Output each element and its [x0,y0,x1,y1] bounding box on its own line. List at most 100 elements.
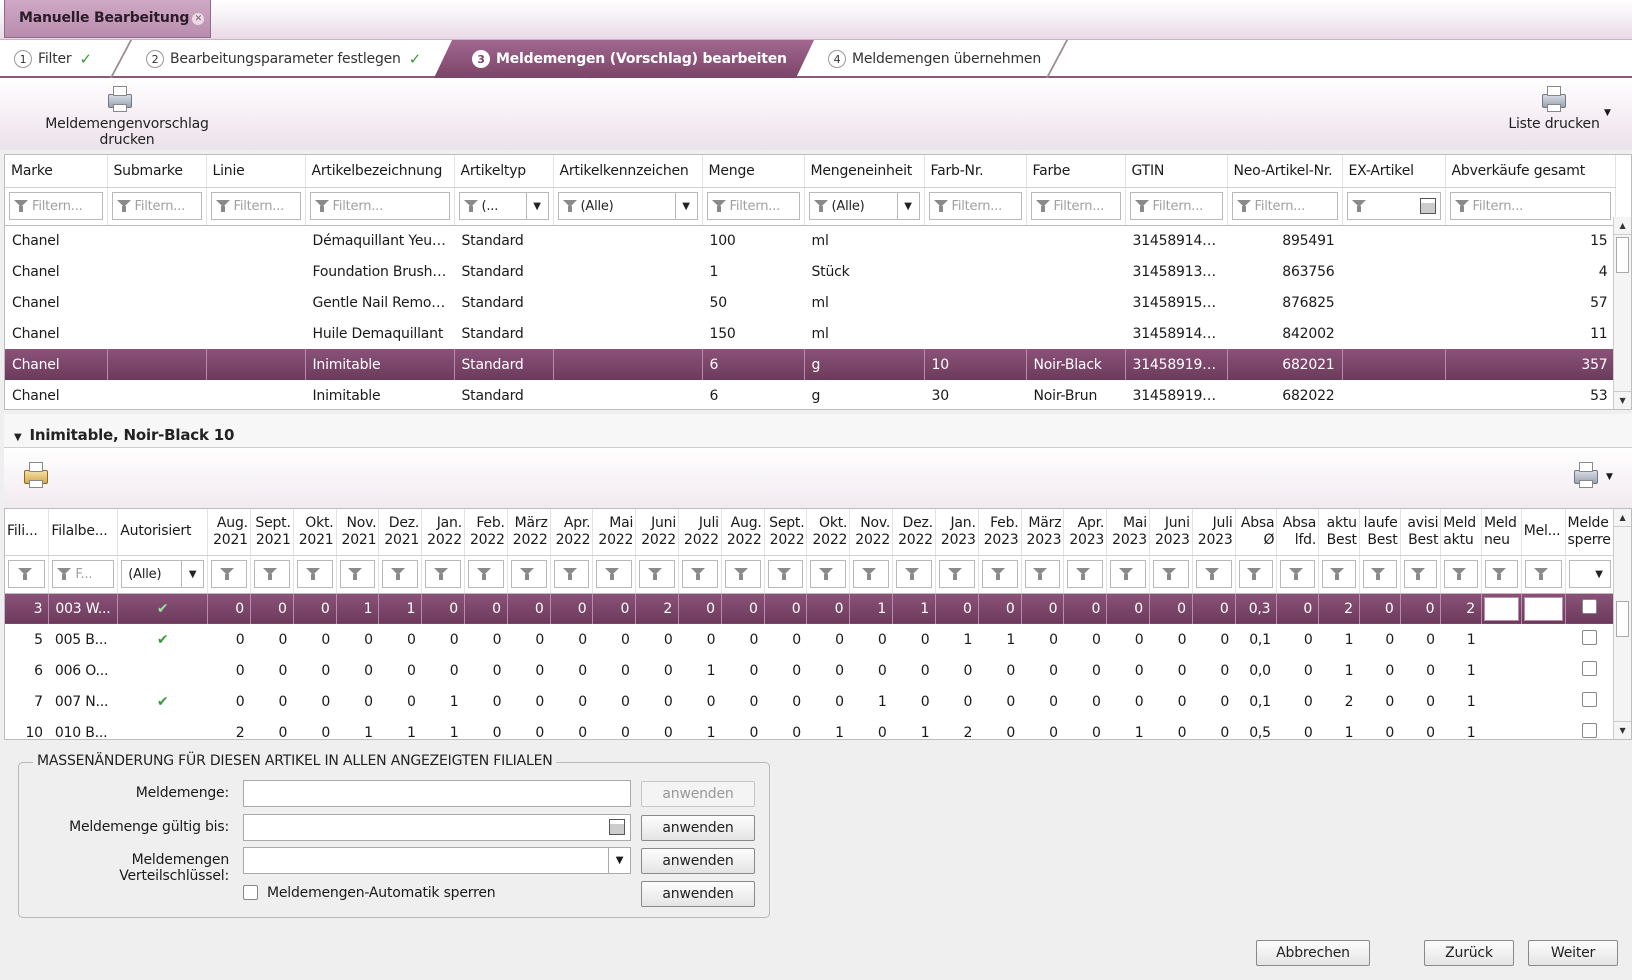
dropdown-arrow-icon[interactable]: ▼ [896,193,919,219]
filter-input[interactable] [1362,560,1397,588]
col-header[interactable]: Absa lfd. [1276,509,1320,556]
printer-icon[interactable] [1572,462,1600,488]
col-header[interactable]: Okt. 2022 [806,509,851,556]
col-header[interactable]: Mai 2022 [592,509,637,556]
article-grid-scrollbar[interactable]: ▲ ▼ [1613,217,1631,409]
dropdown-arrow-icon[interactable]: ▼ [608,848,630,873]
col-header[interactable]: Juli 2022 [678,509,722,556]
table-row[interactable]: 10 010 B... 2 0 0 1 1 1 0 0 0 0 0 1 0 0 1 0 1 2 0 0 0 1 0 0 0,5 0 1 0… [5,717,1615,748]
col-header-neo-artikel-nr[interactable]: Neo-Artikel-Nr. [1227,155,1343,188]
calendar-icon[interactable] [1419,198,1436,214]
table-cell[interactable] [1521,717,1565,748]
filter-select[interactable]: (Alle) ▼ [808,192,920,220]
col-header-mengeneinheit[interactable]: Mengeneinheit [804,155,925,188]
col-header[interactable]: Jan. 2022 [421,509,465,556]
filter-input[interactable]: Filtern... [928,192,1022,220]
col-header[interactable]: Juni 2023 [1149,509,1193,556]
dropdown-arrow-icon[interactable]: ▼ [674,193,697,219]
filter-input[interactable]: Filtern... [111,192,202,220]
filter-input[interactable]: Filtern... [1231,192,1338,220]
print-export-icon[interactable] [22,462,50,488]
filter-input[interactable] [1195,560,1232,588]
apply-verteil-button[interactable]: anwenden [641,848,755,874]
filter-input[interactable]: F... [52,560,115,588]
filter-input[interactable] [211,560,247,588]
filter-input[interactable]: Filtern... [706,192,800,220]
filter-date[interactable] [1346,192,1441,220]
sperre-checkbox[interactable] [1582,599,1598,615]
filter-input[interactable] [8,560,46,588]
table-row[interactable]: 3 003 W... ✔ 0 0 0 1 1 0 0 0 0 0 2 0 0 0 0 1 1 0 0 0 0 0 0 0 0,3 0 2 0… [5,593,1616,624]
sperre-checkbox[interactable] [1582,630,1598,645]
col-header[interactable]: Autorisiert [117,509,209,556]
table-row[interactable]: Chanel Démaquillant Yeux... Standard 100 ml 3… [5,225,1615,256]
sperre-cell[interactable] [1565,686,1614,717]
filter-input[interactable] [382,560,419,588]
col-header-artikeltyp[interactable]: Artikeltyp [454,155,554,188]
col-header-artikelbezeichnung[interactable]: Artikelbezeichnung [305,155,455,188]
print-dropdown-arrow-icon[interactable]: ▼ [1606,472,1613,482]
sperre-cell[interactable] [1565,624,1614,655]
col-header-submarke[interactable]: Submarke [107,155,207,188]
filter-input[interactable]: Filtern... [210,192,301,220]
col-header[interactable]: Juli 2023 [1192,509,1236,556]
filter-input[interactable]: Filtern... [1129,192,1223,220]
dropdown-arrow-icon[interactable]: ▼ [525,193,548,219]
calendar-icon[interactable] [609,819,625,835]
apply-gueltig-button[interactable]: anwenden [641,815,755,841]
branch-grid-scrollbar[interactable]: ▲ ▼ [1613,509,1631,739]
filter-input[interactable] [981,560,1018,588]
scroll-up-icon[interactable]: ▲ [1614,217,1631,235]
filter-input[interactable]: Filtern... [1449,192,1611,220]
col-header-farbe[interactable]: Farbe [1026,155,1126,188]
table-cell[interactable] [1521,624,1565,655]
wizard-step-1[interactable]: 1 Filter ✓ [6,40,126,78]
filter-input[interactable] [339,560,376,588]
cancel-button[interactable]: Abbrechen [1256,940,1370,966]
collapse-icon[interactable]: ▼ [14,432,22,443]
filter-input[interactable] [425,560,461,588]
sperre-cell[interactable] [1565,593,1616,624]
filter-input[interactable] [253,560,290,588]
filter-input[interactable] [810,560,847,588]
table-cell[interactable] [1482,717,1522,748]
edit-field[interactable] [1484,596,1519,621]
col-header[interactable]: Meld neu [1481,509,1522,556]
filter-input[interactable] [467,560,504,588]
scroll-down-icon[interactable]: ▼ [1614,721,1631,739]
filter-input[interactable] [510,560,547,588]
filter-input[interactable] [1067,560,1104,588]
filter-input[interactable]: ▼ [1568,560,1611,588]
filter-input[interactable] [1110,560,1146,588]
col-header[interactable]: März 2023 [1021,509,1065,556]
print-list-button[interactable]: Liste drucken [1504,86,1604,132]
col-header[interactable]: Nov. 2021 [336,509,380,556]
col-header[interactable]: Sept. 2021 [250,509,294,556]
col-header[interactable]: Nov. 2022 [849,509,894,556]
col-header-linie[interactable]: Linie [206,155,306,188]
table-row[interactable]: Chanel Gentle Nail Remover Standard 50 ml 314… [5,287,1615,318]
filter-input[interactable] [1152,560,1189,588]
table-cell[interactable] [1482,624,1522,655]
col-header[interactable]: aktu Best [1318,509,1360,556]
back-button[interactable]: Zurück [1424,940,1514,966]
table-cell[interactable] [1482,655,1522,686]
filter-input[interactable] [553,560,590,588]
table-cell[interactable] [1521,593,1566,624]
dropdown-arrow-icon[interactable]: ▼ [181,561,203,587]
sperre-checkbox[interactable] [1582,661,1598,676]
table-row[interactable]: Chanel Huile Demaquillant Standard 150 ml 314… [5,318,1615,349]
filter-input[interactable] [639,560,676,588]
col-header[interactable]: Filalbe... [48,509,119,556]
print-proposal-button[interactable]: Meldemengenvorschlag drucken [22,86,232,148]
gueltig-bis-input[interactable] [243,814,631,841]
automatik-checkbox[interactable] [243,885,258,900]
sperre-checkbox[interactable] [1582,692,1598,707]
filter-select[interactable]: (Alle) ▼ [557,192,698,220]
sperre-cell[interactable] [1565,655,1614,686]
close-icon[interactable]: ✕ [192,13,205,25]
filter-input[interactable] [1485,560,1518,588]
col-header[interactable]: Apr. 2022 [550,509,594,556]
wizard-step-2[interactable]: 2 Bearbeitungsparameter festlegen ✓ [138,40,438,78]
col-header-ex-artikel[interactable]: EX-Artikel [1342,155,1446,188]
